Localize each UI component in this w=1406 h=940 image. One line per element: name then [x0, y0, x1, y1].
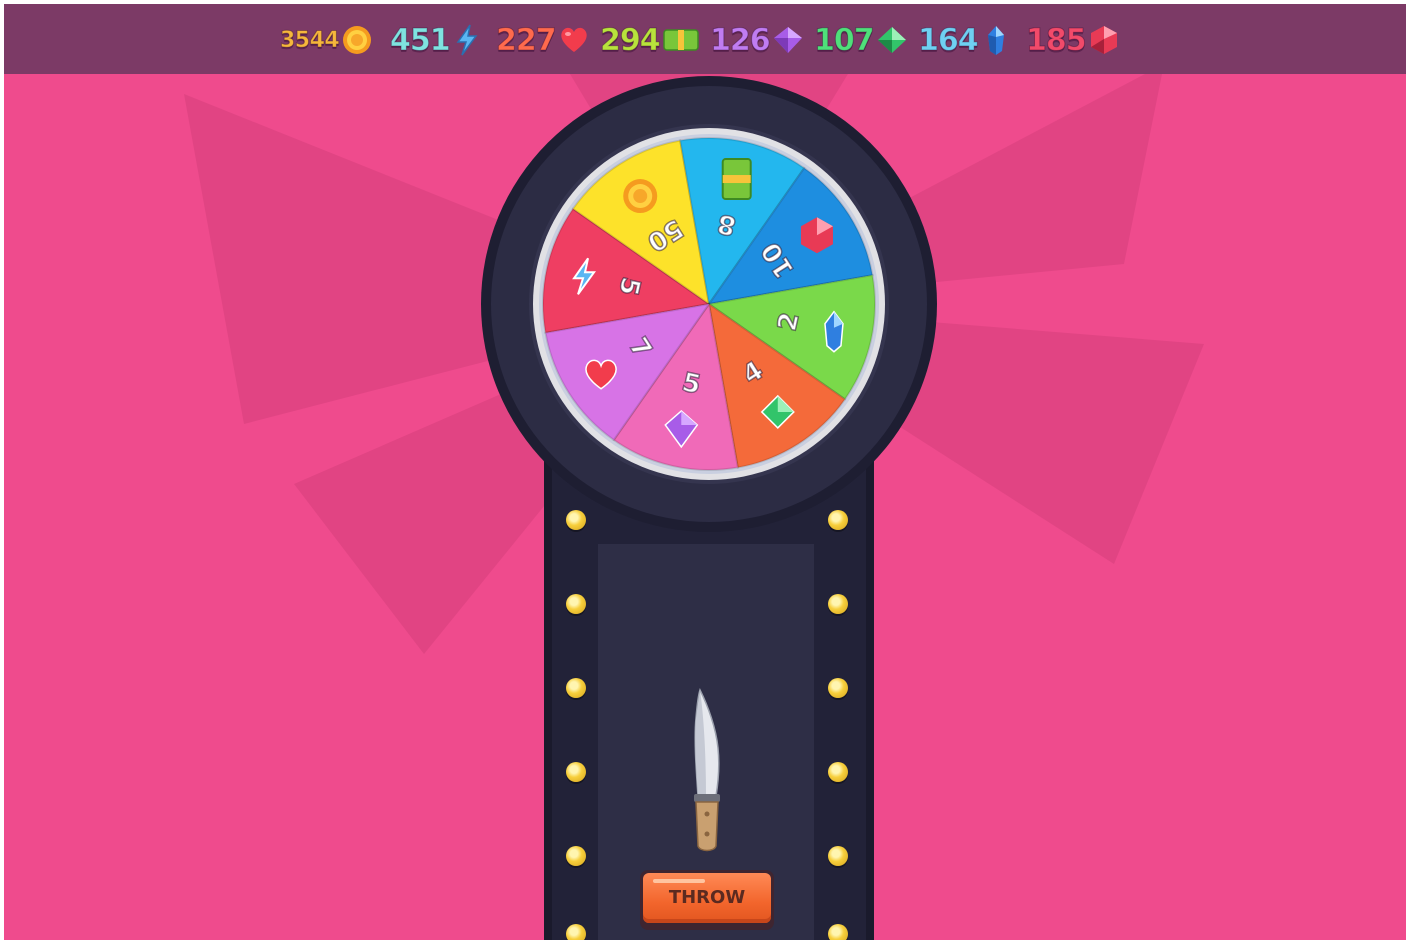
- rivet: [566, 846, 586, 866]
- wheel-machine: 5 50 8 10 2 4 5 7 THROW: [4, 4, 1406, 940]
- rivet: [828, 510, 848, 530]
- rivet: [566, 924, 586, 940]
- rivet: [566, 594, 586, 614]
- rivet: [566, 762, 586, 782]
- throw-button-label: THROW: [668, 887, 746, 908]
- throw-button-face: THROW: [643, 873, 771, 923]
- rivet: [828, 846, 848, 866]
- rivet: [828, 594, 848, 614]
- throw-button[interactable]: THROW: [640, 870, 774, 930]
- rivet: [828, 762, 848, 782]
- rivet: [828, 924, 848, 940]
- coin-icon: [623, 179, 658, 214]
- cash-icon: [721, 158, 752, 201]
- rivet: [828, 678, 848, 698]
- rivet: [566, 510, 586, 530]
- throw-button-shine: [653, 879, 705, 883]
- knife-icon[interactable]: [678, 688, 738, 858]
- game-stage: 3544 451 227 294 126 107 164 185 5 50 8 …: [4, 4, 1406, 940]
- rivet: [566, 678, 586, 698]
